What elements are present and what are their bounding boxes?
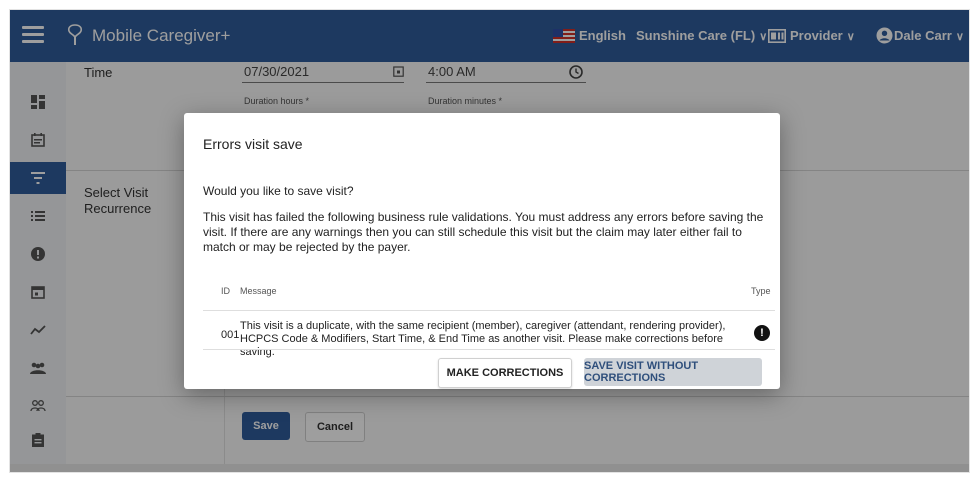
dialog-question: Would you like to save visit? [203, 184, 354, 198]
errors-dialog: Errors visit save Would you like to save… [184, 113, 780, 389]
app-window: Mobile Caregiver+ English Sunshine Care … [10, 10, 969, 472]
table-row-divider [203, 349, 775, 350]
dialog-title: Errors visit save [203, 136, 303, 152]
make-corrections-button[interactable]: MAKE CORRECTIONS [438, 358, 572, 388]
save-without-corrections-button[interactable]: SAVE VISIT WITHOUT CORRECTIONS [584, 358, 762, 386]
error-row-id: 001 [221, 329, 240, 341]
column-header-message: Message [240, 286, 277, 296]
dialog-message: This visit has failed the following busi… [203, 210, 764, 254]
column-header-type: Type [751, 286, 771, 296]
table-header-divider [203, 310, 775, 311]
error-type-icon: ! [754, 325, 770, 341]
column-header-id: ID [221, 286, 230, 296]
error-row-message: This visit is a duplicate, with the same… [240, 320, 726, 358]
